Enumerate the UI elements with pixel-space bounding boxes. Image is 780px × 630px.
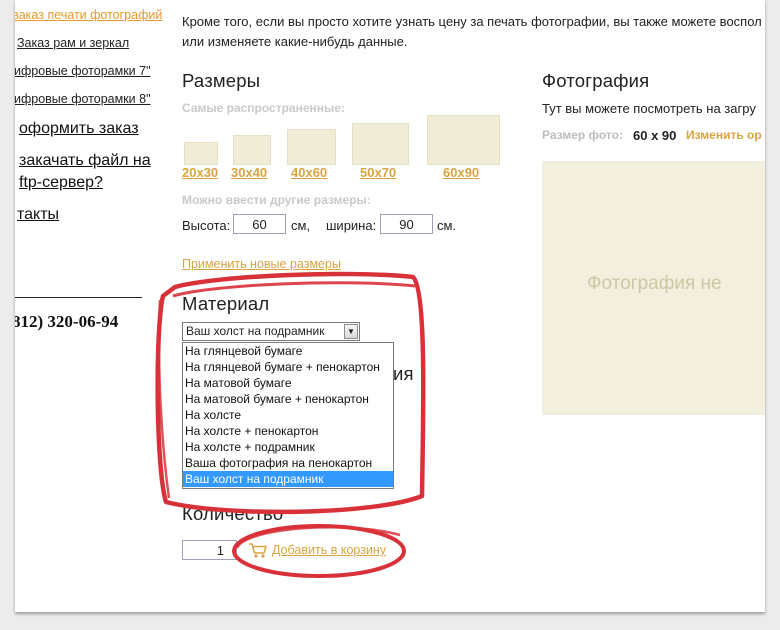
sidebar-item-ftp-server[interactable]: ftp-сервер? [19,174,103,192]
material-option[interactable]: На холсте + пенокартон [183,423,393,439]
add-to-cart-link[interactable]: Добавить в корзину [272,543,386,557]
width-input[interactable]: 90 [380,214,433,234]
material-select-value: Ваш холст на подрамник [186,324,325,338]
material-heading: Материал [182,293,270,314]
material-option[interactable]: На глянцевой бумаге [183,343,393,359]
custom-sizes-label: Можно ввести другие размеры: [182,193,371,207]
chevron-down-icon[interactable]: ▼ [344,324,358,339]
material-hidden-heading: ия [393,363,414,384]
height-input[interactable]: 60 [233,214,286,234]
material-select[interactable]: Ваш холст на подрамник ▼ [182,322,360,341]
material-option-selected[interactable]: Ваш холст на подрамник [183,471,393,487]
sidebar-item-photo-print[interactable]: заказ печати фотографий [15,8,162,22]
size-thumb-50x70[interactable] [352,123,409,165]
photo-size-value: 60 x 90 [633,128,677,143]
size-link-30x40[interactable]: 30x40 [231,165,267,180]
material-option[interactable]: На холсте [183,407,393,423]
size-link-50x70[interactable]: 50x70 [360,165,396,180]
sidebar-item-contacts[interactable]: такты [17,206,59,224]
sidebar-item-upload-file[interactable]: закачать файл на [19,152,151,170]
size-link-40x60[interactable]: 40x60 [291,165,327,180]
width-unit: см. [437,218,457,233]
sidebar-divider [15,297,142,298]
sidebar-item-digital-frames-7[interactable]: ифровые фоторамки 7" [15,64,151,78]
height-label: Высота: [182,218,231,233]
sidebar-item-frames[interactable]: Заказ рам и зеркал [17,36,129,50]
intro-text-line1: Кроме того, если вы просто хотите узнать… [182,14,762,29]
quantity-heading: Количество [182,503,284,524]
intro-text-line2: или изменяете какие-нибудь данные. [182,34,408,49]
photo-change-link[interactable]: Изменить ор [686,128,762,142]
photo-size-label: Размер фото: [542,128,623,142]
photo-preview: Фотография не [542,161,765,415]
photo-description: Тут вы можете посмотреть на загру [542,101,756,116]
material-option[interactable]: На матовой бумаге [183,375,393,391]
common-sizes-label: Самые распространенные: [182,101,345,115]
apply-sizes-link[interactable]: Применить новые размеры [182,257,341,271]
cart-icon[interactable] [248,541,268,559]
size-thumb-20x30[interactable] [184,142,218,165]
material-option[interactable]: На холсте + подрамник [183,439,393,455]
size-thumb-40x60[interactable] [287,129,336,165]
photo-heading: Фотография [542,70,650,91]
sidebar-item-how-to-order[interactable]: оформить заказ [19,120,139,138]
sizes-heading: Размеры [182,70,261,91]
quantity-input[interactable]: 1 [182,540,237,560]
photo-placeholder-text: Фотография не [587,273,722,294]
material-dropdown-list[interactable]: На глянцевой бумаге На глянцевой бумаге … [182,342,394,489]
height-unit: см, [291,218,311,233]
sidebar-item-digital-frames-8[interactable]: ифровые фоторамки 8" [15,92,151,106]
material-option[interactable]: На глянцевой бумаге + пенокартон [183,359,393,375]
size-link-20x30[interactable]: 20x30 [182,165,218,180]
size-link-60x90[interactable]: 60x90 [443,165,479,180]
phone-number: 812) 320-06-94 [15,312,119,331]
material-option[interactable]: На матовой бумаге + пенокартон [183,391,393,407]
size-thumb-60x90[interactable] [427,115,500,165]
material-option[interactable]: Ваша фотография на пенокартон [183,455,393,471]
size-thumb-30x40[interactable] [233,135,271,165]
width-label: ширина: [326,218,377,233]
page: заказ печати фотографий Заказ рам и зерк… [15,0,765,612]
